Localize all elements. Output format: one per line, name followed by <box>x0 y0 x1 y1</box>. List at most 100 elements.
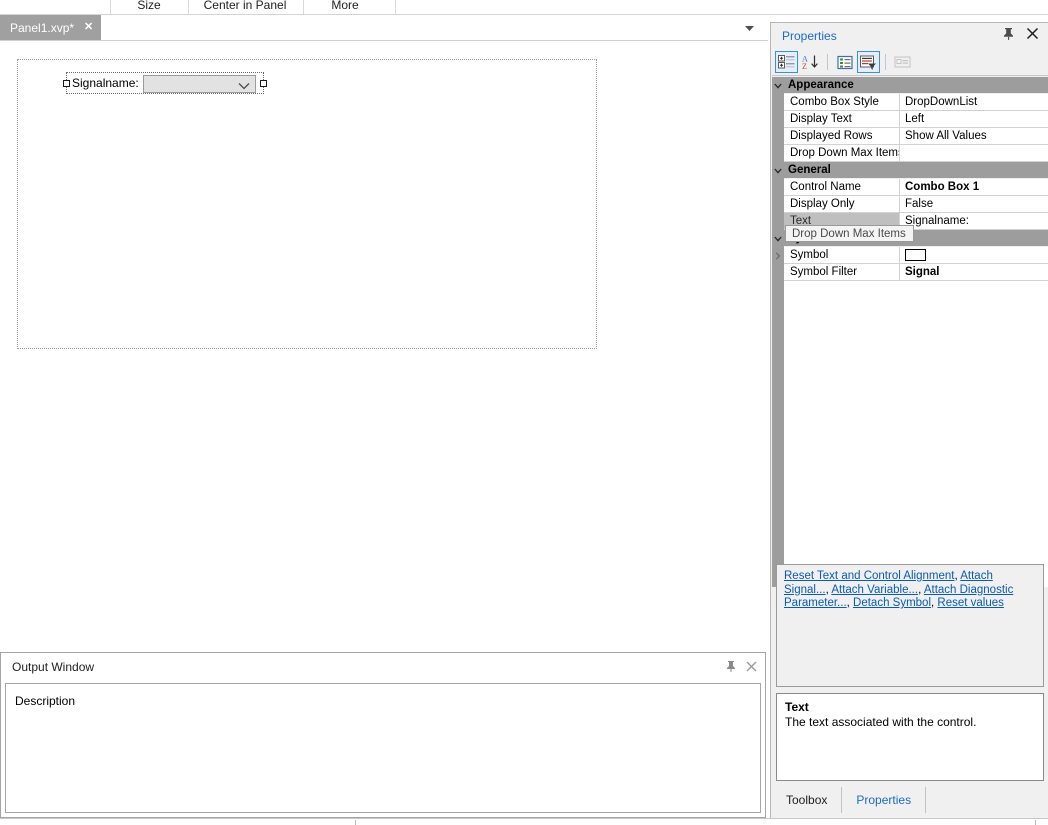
resize-handle-right[interactable] <box>260 80 267 87</box>
close-icon[interactable] <box>1026 27 1039 40</box>
description-title: Text <box>785 700 809 714</box>
property-value[interactable] <box>900 247 1048 264</box>
ribbon-group-more[interactable]: More <box>315 0 375 12</box>
symbol-swatch[interactable] <box>905 249 926 261</box>
property-row[interactable]: Display Only False <box>772 196 1048 213</box>
description-text: The text associated with the control. <box>785 715 977 729</box>
combo-box-label: Signalname: <box>72 76 139 90</box>
panel-surface[interactable]: Signalname: <box>17 59 597 349</box>
row-gutter <box>772 213 784 230</box>
property-description-pane: Text The text associated with the contro… <box>776 693 1044 781</box>
property-name: Combo Box Style <box>784 94 900 111</box>
categorized-view-button[interactable] <box>775 51 798 73</box>
toolbar-divider <box>827 54 828 70</box>
ribbon-separator <box>110 0 111 14</box>
property-name: Drop Down Max Items <box>784 145 900 162</box>
chevron-down-icon <box>238 79 250 93</box>
chevron-right-icon[interactable] <box>772 247 784 264</box>
pin-icon[interactable] <box>1003 27 1014 40</box>
properties-toolbar: A Z <box>772 49 1048 76</box>
property-value[interactable]: Signal <box>900 264 1048 281</box>
dock-tab-properties[interactable]: Properties <box>842 787 927 813</box>
chevron-down-icon[interactable] <box>772 77 784 94</box>
row-gutter <box>772 111 784 128</box>
document-tab-panel1[interactable]: Panel1.xvp* ✕ <box>0 15 102 40</box>
property-tooltip: Drop Down Max Items <box>785 225 914 242</box>
chevron-down-icon[interactable] <box>772 230 784 247</box>
svg-text:Z: Z <box>802 62 807 70</box>
row-gutter <box>772 264 784 281</box>
property-category-label: Appearance <box>784 77 1048 94</box>
ribbon-separator <box>188 0 189 14</box>
chevron-down-icon[interactable] <box>742 21 756 35</box>
row-gutter <box>772 196 784 213</box>
output-window: Output Window Description <box>0 652 766 818</box>
output-window-body[interactable]: Description <box>5 683 761 813</box>
panel-design-canvas[interactable]: Signalname: <box>0 40 768 652</box>
property-name: Symbol Filter <box>784 264 900 281</box>
property-row[interactable]: Control Name Combo Box 1 <box>772 179 1048 196</box>
filter-button[interactable] <box>857 51 880 73</box>
events-button <box>891 51 914 73</box>
property-value[interactable]: False <box>900 196 1048 213</box>
dock-tabs-spacer <box>926 787 1048 813</box>
property-pages-button[interactable] <box>833 51 856 73</box>
command-link-reset-text-and-control-alignment[interactable]: Reset Text and Control Alignment <box>784 570 954 582</box>
property-row[interactable]: Symbol <box>772 247 1048 264</box>
dock-tab-toolbox[interactable]: Toolbox <box>772 787 843 813</box>
property-value[interactable]: Show All Values <box>900 128 1048 145</box>
property-category-general[interactable]: General <box>772 162 1048 179</box>
row-gutter <box>772 128 784 145</box>
properties-title: Properties <box>782 29 837 43</box>
status-bar <box>0 818 1048 825</box>
property-command-links: Reset Text and Control Alignment, Attach… <box>776 564 1044 687</box>
property-row[interactable]: Symbol Filter Signal <box>772 264 1048 281</box>
status-bar-separator <box>355 820 356 825</box>
property-name: Display Only <box>784 196 900 213</box>
row-gutter <box>772 145 784 162</box>
ribbon-group-center-in-panel[interactable]: Center in Panel <box>197 0 293 12</box>
close-icon[interactable]: ✕ <box>84 22 93 33</box>
ribbon-separator <box>303 0 304 14</box>
property-value[interactable]: Combo Box 1 <box>900 179 1048 196</box>
property-name: Symbol <box>784 247 900 264</box>
document-tab-bar: Panel1.xvp* ✕ <box>0 15 768 40</box>
property-value[interactable]: DropDownList <box>900 94 1048 111</box>
property-name: Control Name <box>784 179 900 196</box>
combo-box-dropdown[interactable] <box>143 75 256 93</box>
property-row[interactable]: Displayed Rows Show All Values <box>772 128 1048 145</box>
panel-dock-tabs: Toolbox Properties <box>772 787 1048 813</box>
property-name: Displayed Rows <box>784 128 900 145</box>
property-row[interactable]: Display Text Left <box>772 111 1048 128</box>
toolbar-divider <box>885 54 886 70</box>
ribbon-group-size[interactable]: Size <box>120 0 178 12</box>
document-tab-label: Panel1.xvp* <box>10 20 75 35</box>
close-icon[interactable] <box>746 661 757 672</box>
row-gutter <box>772 179 784 196</box>
property-value[interactable]: Left <box>900 111 1048 128</box>
application-window: Size Center in Panel More Panel1.xvp* ✕ Si… <box>0 0 1048 825</box>
output-window-title: Output Window <box>12 660 95 674</box>
property-category-label: General <box>784 162 1048 179</box>
command-link-attach-variable[interactable]: Attach Variable... <box>831 584 918 596</box>
property-value[interactable] <box>900 145 1048 162</box>
chevron-down-icon[interactable] <box>772 162 784 179</box>
command-link-reset-values[interactable]: Reset values <box>937 597 1003 609</box>
alphabetical-sort-button[interactable]: A Z <box>799 51 822 73</box>
property-category-appearance[interactable]: Appearance <box>772 77 1048 94</box>
property-name: Display Text <box>784 111 900 128</box>
property-row[interactable]: Combo Box Style DropDownList <box>772 94 1048 111</box>
property-value[interactable]: Signalname: <box>900 213 1048 230</box>
properties-panel: Properties A Z Appearance Combo Box Styl… <box>770 22 1048 819</box>
command-link-detach-symbol[interactable]: Detach Symbol <box>853 597 931 609</box>
property-row[interactable]: Drop Down Max Items <box>772 145 1048 162</box>
ribbon-separator <box>395 0 396 14</box>
property-grid[interactable]: Appearance Combo Box Style DropDownList Dis… <box>772 77 1048 587</box>
resize-handle-left[interactable] <box>63 80 70 87</box>
ribbon-strip: Size Center in Panel More <box>0 0 1048 15</box>
output-window-titlebar: Output Window <box>1 653 765 681</box>
pin-icon[interactable] <box>726 660 736 672</box>
row-gutter <box>772 94 784 111</box>
properties-titlebar: Properties <box>771 23 1048 49</box>
combo-box-control[interactable]: Signalname: <box>63 72 267 94</box>
